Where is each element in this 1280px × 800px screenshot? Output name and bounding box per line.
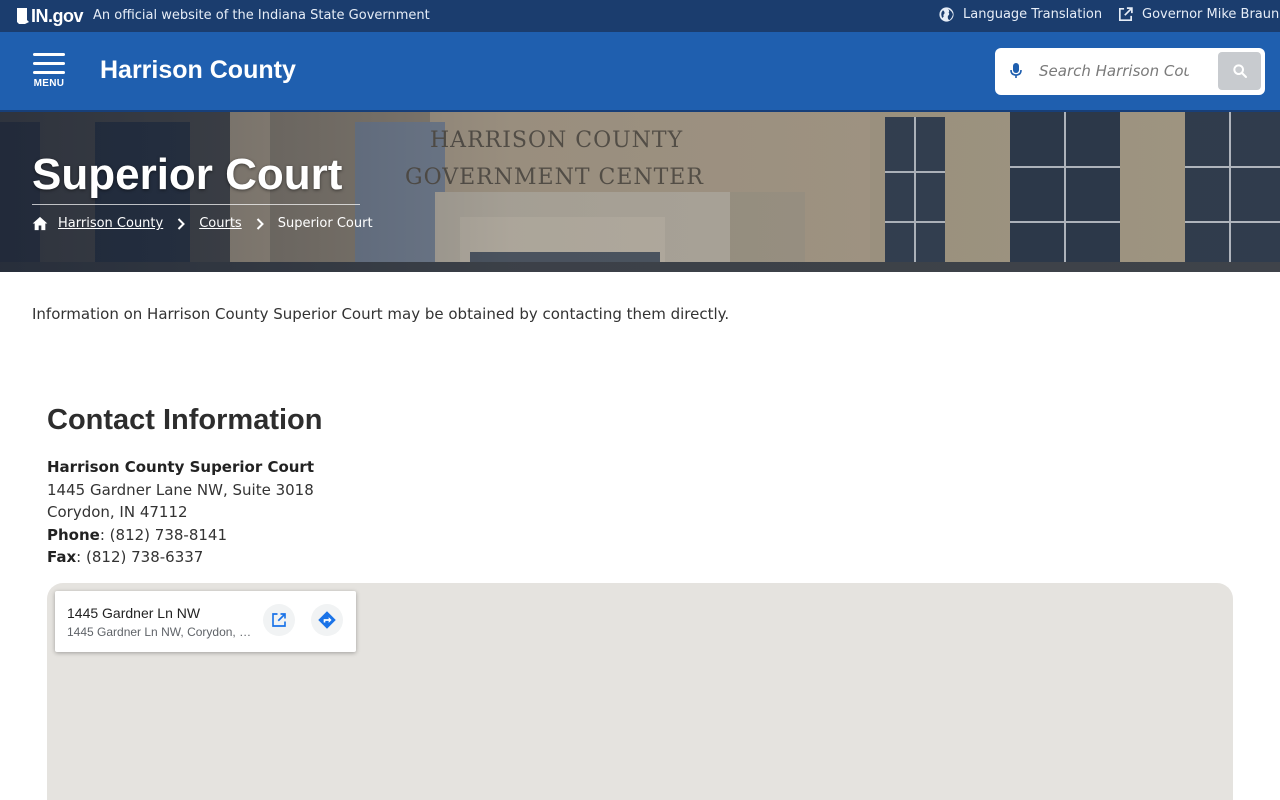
breadcrumb-current: Superior Court	[277, 216, 373, 231]
address-line-2: Corydon, IN 47112	[47, 503, 188, 521]
directions-icon	[318, 611, 336, 629]
breadcrumb: Harrison County Courts Superior Court	[32, 216, 373, 231]
search-icon	[1232, 64, 1247, 78]
breadcrumb-harrison-county[interactable]: Harrison County	[58, 216, 163, 231]
language-translation-link[interactable]: Language Translation	[938, 6, 1102, 23]
external-link-icon	[1118, 7, 1133, 22]
hamburger-icon	[32, 53, 66, 74]
hero-banner: HARRISON COUNTY GOVERNMENT CENTER Superi…	[0, 112, 1280, 272]
governor-label: Governor Mike Braun	[1142, 7, 1280, 22]
official-website-text: An official website of the Indiana State…	[93, 8, 430, 23]
menu-button[interactable]: MENU	[32, 53, 66, 93]
fax-label: Fax	[47, 548, 77, 566]
phone-number[interactable]: (812) 738-8141	[110, 526, 227, 544]
globe-icon	[939, 7, 954, 22]
search-button[interactable]	[1218, 52, 1261, 90]
contact-heading: Contact Information	[47, 404, 323, 436]
fax-line: Fax: (812) 738-6337	[47, 548, 204, 566]
official-banner: IN.gov An official website of the Indian…	[0, 0, 1280, 32]
phone-line: Phone: (812) 738-8141	[47, 525, 227, 544]
microphone-icon[interactable]	[1009, 62, 1023, 80]
directions-button[interactable]	[311, 604, 343, 636]
site-header: MENU Harrison County	[0, 32, 1280, 112]
indiana-state-icon	[17, 8, 29, 24]
phone-label: Phone	[47, 525, 100, 544]
chevron-right-icon	[178, 217, 186, 230]
open-in-new-icon	[272, 613, 286, 627]
search-box	[995, 48, 1265, 95]
title-divider	[32, 204, 360, 205]
embedded-map[interactable]: 1445 Gardner Ln NW 1445 Gardner Ln NW, C…	[47, 583, 1233, 800]
page-title: Superior Court	[32, 150, 343, 199]
map-place-address: 1445 Gardner Ln NW, Corydon, IN 47112	[67, 625, 253, 639]
intro-text: Information on Harrison County Superior …	[32, 305, 730, 323]
breadcrumb-courts[interactable]: Courts	[199, 216, 242, 231]
open-in-maps-button[interactable]	[263, 604, 295, 636]
contact-block: Harrison County Superior Court 1445 Gard…	[47, 456, 314, 569]
in-gov-logo[interactable]: IN.gov	[16, 5, 84, 27]
home-icon[interactable]	[32, 216, 48, 231]
map-place-card: 1445 Gardner Ln NW 1445 Gardner Ln NW, C…	[55, 591, 356, 652]
in-gov-wordmark: IN.gov	[31, 5, 84, 26]
site-title[interactable]: Harrison County	[100, 56, 296, 85]
address-line-1: 1445 Gardner Lane NW, Suite 3018	[47, 480, 314, 499]
chevron-right-icon	[256, 217, 264, 230]
search-input[interactable]	[1039, 58, 1189, 84]
map-place-name: 1445 Gardner Ln NW	[67, 605, 201, 621]
fax-number: (812) 738-6337	[86, 548, 204, 566]
governor-link[interactable]: Governor Mike Braun	[1117, 6, 1279, 23]
court-name: Harrison County Superior Court	[47, 458, 315, 476]
menu-label: MENU	[33, 78, 65, 89]
language-translation-label: Language Translation	[963, 7, 1103, 22]
